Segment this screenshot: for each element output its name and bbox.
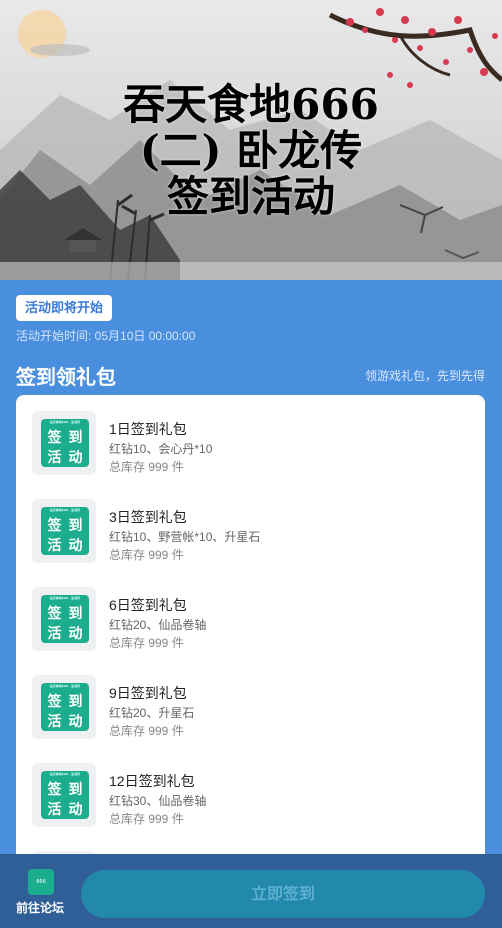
gift-content: 红钻10、会心丹*10	[109, 442, 213, 456]
icon-char: 签	[47, 694, 62, 710]
gift-item[interactable]: 吞天食地666 · 卧龙传 签到 活动 9日签到礼包 红钻20、升星石 总库存 …	[16, 665, 485, 753]
icon-char: 签	[47, 606, 62, 622]
forum-app-icon: 666	[28, 869, 54, 895]
banner-title-line: 吞天食地666	[123, 80, 379, 129]
icon-char: 活	[47, 626, 62, 642]
banner-title: 吞天食地666 (二) 卧龙传 签到活动	[0, 82, 502, 220]
banner-title-line: 签到活动	[166, 172, 335, 221]
forum-link[interactable]: 666 前往论坛	[10, 869, 70, 919]
icon-char: 活	[47, 538, 62, 554]
icon-char: 活	[47, 802, 62, 818]
checkin-activity-icon: 吞天食地666 · 卧龙传 签到 活动	[41, 507, 89, 555]
gift-item[interactable]: 吞天食地666 · 卧龙传 签到 活动 3日签到礼包 红钻10、野营帐*10、升…	[16, 489, 485, 577]
icon-char: 动	[68, 626, 83, 642]
gift-content: 红钻20、仙品卷轴	[109, 618, 207, 632]
gift-name: 6日签到礼包	[109, 597, 187, 613]
forum-icon-text: 666	[36, 879, 46, 885]
icon-char: 签	[47, 782, 62, 798]
icon-char: 签	[47, 430, 62, 446]
icon-tiny-text: 吞天食地666 · 卧龙传	[49, 508, 81, 512]
gift-icon-frame: 吞天食地666 · 卧龙传 签到 活动	[32, 675, 96, 739]
icon-tiny-text: 吞天食地666 · 卧龙传	[49, 596, 81, 600]
gift-icon-frame: 吞天食地666 · 卧龙传 签到 活动	[32, 587, 96, 651]
section-title: 签到领礼包	[16, 367, 116, 389]
start-time: 活动开始时间: 05月10日 00:00:00	[16, 329, 196, 343]
gift-item[interactable]: 吞天食地666 · 卧龙传 签到 活动 1日签到礼包 红钻10、会心丹*10 总…	[16, 401, 485, 489]
icon-char: 动	[68, 714, 83, 730]
icon-tiny-text: 吞天食地666 · 卧龙传	[49, 420, 81, 424]
icon-char: 活	[47, 450, 62, 466]
banner-title-line: (二) 卧龙传	[139, 126, 363, 175]
checkin-activity-icon: 吞天食地666 · 卧龙传 签到 活动	[41, 419, 89, 467]
icon-tiny-text: 吞天食地666 · 卧龙传	[49, 772, 81, 776]
status-badge: 活动即将开始	[16, 295, 113, 321]
section-hint: 领游戏礼包，先到先得	[364, 369, 485, 383]
icon-char: 动	[68, 538, 83, 554]
checkin-button[interactable]: 立即签到	[81, 870, 485, 918]
gift-stock: 总库存 999 件	[109, 812, 184, 826]
gift-item[interactable]: 吞天食地666 · 卧龙传 签到 活动 6日签到礼包 红钻20、仙品卷轴 总库存…	[16, 577, 485, 665]
gift-list-card: 吞天食地666 · 卧龙传 签到 活动 1日签到礼包 红钻10、会心丹*10 总…	[16, 395, 485, 875]
forum-label: 前往论坛	[15, 901, 64, 915]
checkin-activity-icon: 吞天食地666 · 卧龙传 签到 活动	[41, 595, 89, 643]
gift-content: 红钻20、升星石	[109, 706, 195, 720]
gift-icon-frame: 吞天食地666 · 卧龙传 签到 活动	[32, 411, 96, 475]
icon-char: 签	[47, 518, 62, 534]
gift-content: 红钻30、仙品卷轴	[109, 794, 207, 808]
gift-content: 红钻10、野营帐*10、升星石	[109, 530, 261, 544]
bottom-bar: 666 前往论坛 立即签到	[0, 854, 502, 928]
banner: 吞天食地666 (二) 卧龙传 签到活动	[0, 0, 502, 280]
icon-char: 到	[68, 430, 83, 446]
gift-name: 3日签到礼包	[109, 509, 187, 525]
gift-name: 9日签到礼包	[109, 685, 187, 701]
gift-stock: 总库存 999 件	[109, 548, 184, 562]
gift-item[interactable]: 吞天食地666 · 卧龙传 签到 活动 12日签到礼包 红钻30、仙品卷轴 总库…	[16, 753, 485, 841]
gift-stock: 总库存 999 件	[109, 636, 184, 650]
icon-tiny-text: 吞天食地666 · 卧龙传	[49, 684, 81, 688]
icon-char: 到	[68, 518, 83, 534]
gift-stock: 总库存 999 件	[109, 460, 184, 474]
checkin-activity-icon: 吞天食地666 · 卧龙传 签到 活动	[41, 683, 89, 731]
gift-icon-frame: 吞天食地666 · 卧龙传 签到 活动	[32, 763, 96, 827]
gift-name: 1日签到礼包	[109, 421, 187, 437]
icon-char: 动	[68, 450, 83, 466]
checkin-activity-icon: 吞天食地666 · 卧龙传 签到 活动	[41, 771, 89, 819]
gift-stock: 总库存 999 件	[109, 724, 184, 738]
icon-char: 活	[47, 714, 62, 730]
icon-char: 到	[68, 694, 83, 710]
gift-icon-frame: 吞天食地666 · 卧龙传 签到 活动	[32, 499, 96, 563]
icon-char: 动	[68, 802, 83, 818]
gift-name: 12日签到礼包	[109, 773, 195, 789]
icon-char: 到	[68, 606, 83, 622]
icon-char: 到	[68, 782, 83, 798]
